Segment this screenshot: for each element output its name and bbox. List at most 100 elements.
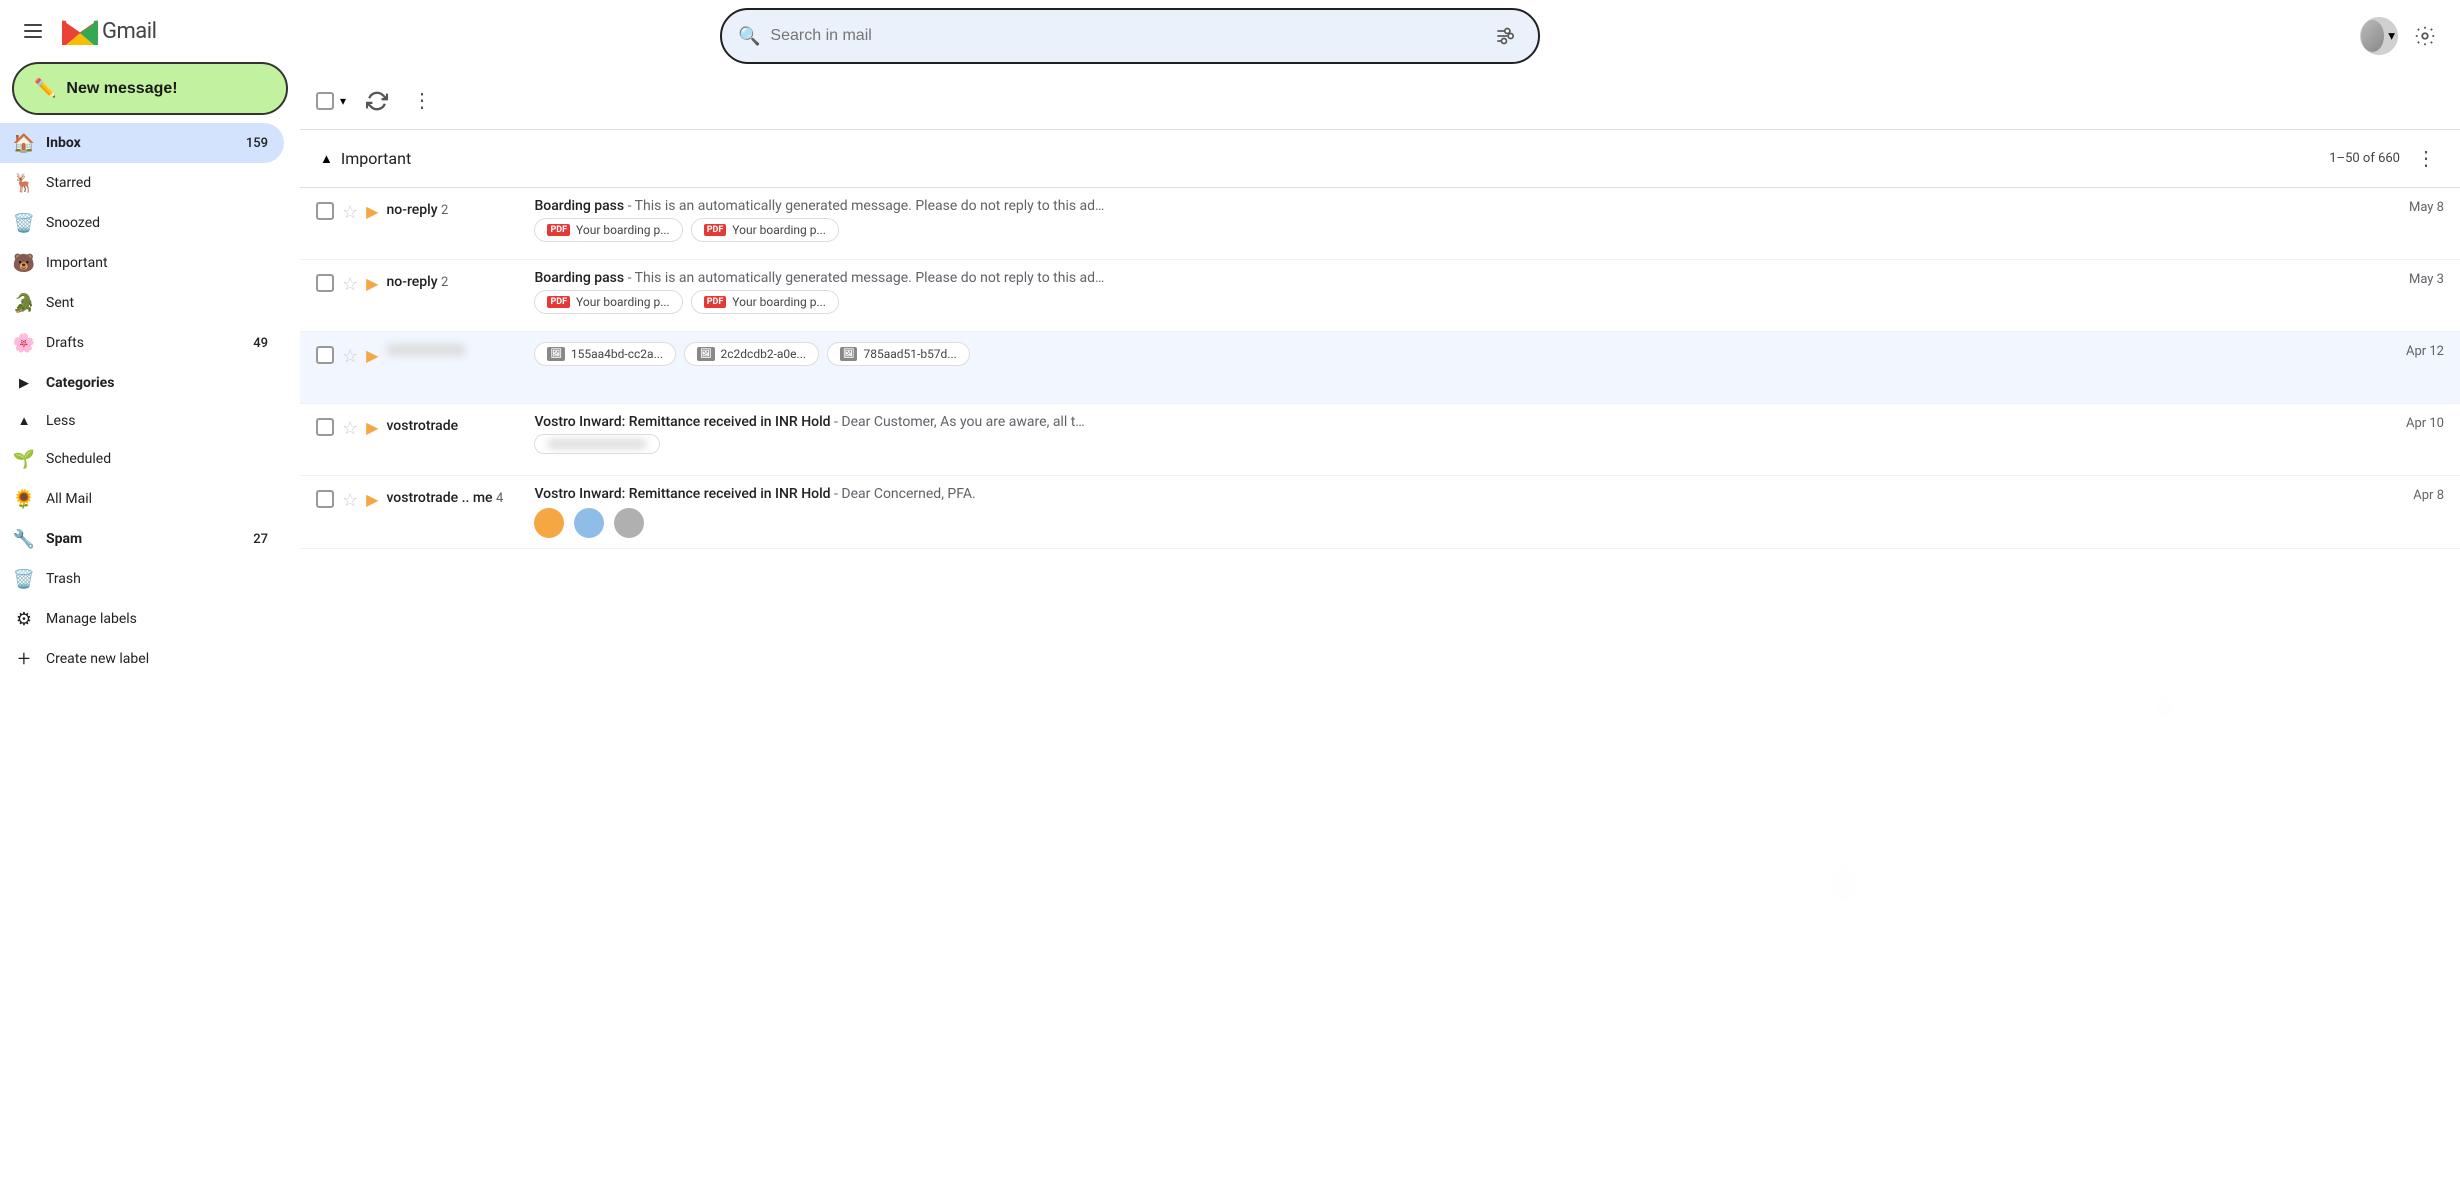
attachment-chip[interactable]: PDF Your boarding p...	[691, 290, 839, 314]
email-1-subject: Boarding pass	[534, 198, 624, 214]
email-2-star[interactable]: ☆	[342, 270, 358, 295]
email-5-subject-line: Vostro Inward: Remittance received in IN…	[534, 486, 2405, 502]
sidebar-item-drafts[interactable]: 🌸 Drafts 49	[0, 323, 284, 363]
snoozed-label: Snoozed	[46, 215, 268, 231]
email-5-sender-wrap: vostrotrade .. me 4	[386, 486, 526, 506]
email-row[interactable]: ☆ ▶ no-reply 2 Boarding pass - This is a…	[300, 188, 2460, 260]
section-more-button[interactable]: ⋮	[2408, 138, 2444, 179]
section-count: 1–50 of 660	[2329, 151, 2400, 166]
star-icon[interactable]: ☆	[342, 274, 358, 295]
email-section-header: ▲ Important 1–50 of 660 ⋮	[300, 130, 2460, 188]
attachment-chip[interactable]: 🖼 155aa4bd-cc2a...	[534, 342, 676, 366]
sidebar-item-snoozed[interactable]: 🗑️ Snoozed	[0, 203, 284, 243]
email-1-star[interactable]: ☆	[342, 198, 358, 223]
scheduled-label: Scheduled	[46, 451, 268, 467]
email-2-sender: no-reply 2	[386, 272, 506, 290]
email-1-sender: no-reply 2	[386, 200, 506, 218]
drafts-badge: 49	[253, 336, 268, 351]
email-3-content: 🖼 155aa4bd-cc2a... 🖼 2c2dcdb2-a0e... 🖼 7…	[534, 342, 2398, 366]
email-4-preview: - Dear Customer, As you are aware, all t…	[834, 414, 1085, 430]
star-icon[interactable]: ☆	[342, 202, 358, 223]
search-filter-button[interactable]	[1486, 18, 1522, 54]
filter-icon	[1494, 26, 1514, 46]
email-1-content: Boarding pass - This is an automatically…	[534, 198, 2401, 242]
less-label: Less	[46, 413, 75, 429]
email-row[interactable]: ☆ ▶ no-reply 2 Boarding pass - This is a…	[300, 260, 2460, 332]
email-4-sender-wrap: vostrotrade	[386, 414, 526, 434]
topbar: 🔍 ▾	[300, 0, 2460, 72]
topbar-right: ▾	[2360, 17, 2444, 55]
star-icon[interactable]: ☆	[342, 346, 358, 367]
email-4-star[interactable]: ☆	[342, 414, 358, 439]
hamburger-menu-button[interactable]	[16, 16, 50, 46]
email-1-checkbox[interactable]	[316, 202, 334, 220]
email-4-sender: vostrotrade	[386, 416, 506, 434]
email-4-checkbox[interactable]	[316, 418, 334, 436]
inbox-icon: 🏠	[12, 131, 36, 155]
star-icon[interactable]: ☆	[342, 490, 358, 511]
account-chevron-button[interactable]: ▾	[2386, 26, 2397, 46]
email-1-attachments: PDF Your boarding p... PDF Your boarding…	[534, 218, 2401, 242]
sidebar-item-spam[interactable]: 🔧 Spam 27	[0, 519, 284, 559]
email-2-check[interactable]	[316, 270, 334, 292]
search-bar[interactable]: 🔍	[720, 8, 1540, 64]
sidebar-item-all-mail[interactable]: 🌻 All Mail	[0, 479, 284, 519]
important-marker-icon: ▶	[366, 490, 378, 509]
sidebar-item-create-label[interactable]: + Create new label	[0, 639, 284, 679]
attachment-chip[interactable]: PDF Your boarding p...	[534, 290, 682, 314]
email-3-check[interactable]	[316, 342, 334, 364]
hamburger-line	[24, 24, 42, 26]
email-5-check[interactable]	[316, 486, 334, 508]
user-avatar[interactable]: ▾	[2360, 17, 2398, 55]
select-chevron-icon: ▾	[340, 94, 346, 108]
new-message-button[interactable]: ✏️ New message!	[12, 62, 288, 115]
sidebar-item-starred[interactable]: 🦌 Starred	[0, 163, 284, 203]
color-dot-gray	[614, 508, 644, 538]
sidebar-item-trash[interactable]: 🗑️ Trash	[0, 559, 284, 599]
search-input[interactable]	[770, 27, 1476, 45]
hamburger-line	[24, 36, 42, 38]
less-arrow-icon: ▲	[12, 409, 36, 433]
email-5-subject: Vostro Inward: Remittance received in IN…	[534, 486, 830, 502]
email-row[interactable]: ☆ ▶ vostrotrade .. me 4 Vostro Inward: R…	[300, 476, 2460, 549]
sidebar-item-scheduled[interactable]: 🌱 Scheduled	[0, 439, 284, 479]
more-options-button[interactable]: ⋮	[404, 80, 440, 121]
email-2-date: May 3	[2409, 270, 2444, 287]
sent-label: Sent	[46, 295, 268, 311]
pdf-icon: PDF	[704, 224, 727, 236]
email-row[interactable]: ☆ ▶ 🖼 155aa4bd-cc2a... 🖼 2c2dcdb2-a0e...	[300, 332, 2460, 404]
refresh-button[interactable]	[358, 82, 396, 120]
select-all-chevron-button[interactable]: ▾	[336, 90, 350, 112]
email-3-checkbox[interactable]	[316, 346, 334, 364]
categories-icon: ▶	[12, 371, 36, 395]
select-all-checkbox[interactable]	[316, 92, 334, 110]
sidebar-item-important[interactable]: 🐻 Important	[0, 243, 284, 283]
create-label-icon: +	[12, 647, 36, 671]
email-4-check[interactable]	[316, 414, 334, 436]
attachment-2-label: Your boarding p...	[732, 223, 826, 237]
section-collapse-button[interactable]: ▲	[316, 147, 337, 170]
sidebar-less-button[interactable]: ▲ Less	[0, 403, 300, 439]
pencil-icon: ✏️	[34, 78, 56, 99]
settings-gear-icon	[2414, 25, 2436, 47]
attachment-chip[interactable]: PDF Your boarding p...	[534, 218, 682, 242]
email-3-star[interactable]: ☆	[342, 342, 358, 367]
sidebar-item-categories[interactable]: ▶ Categories	[0, 363, 284, 403]
sidebar-item-sent[interactable]: 🐊 Sent	[0, 283, 284, 323]
sidebar-item-manage-labels[interactable]: ⚙ Manage labels	[0, 599, 284, 639]
sidebar-item-inbox[interactable]: 🏠 Inbox 159	[0, 123, 284, 163]
email-1-check[interactable]	[316, 198, 334, 220]
email-1-subject-line: Boarding pass - This is an automatically…	[534, 198, 2401, 214]
settings-button[interactable]	[2406, 17, 2444, 55]
blurred-attachment-chip[interactable]	[534, 434, 660, 454]
attachment-chip[interactable]: 🖼 2c2dcdb2-a0e...	[684, 342, 819, 366]
email-5-checkbox[interactable]	[316, 490, 334, 508]
attachment-chip[interactable]: PDF Your boarding p...	[691, 218, 839, 242]
starred-label: Starred	[46, 175, 268, 191]
star-icon[interactable]: ☆	[342, 418, 358, 439]
email-2-checkbox[interactable]	[316, 274, 334, 292]
email-row[interactable]: ☆ ▶ vostrotrade Vostro Inward: Remittanc…	[300, 404, 2460, 476]
attachment-chip[interactable]: 🖼 785aad51-b57d...	[827, 342, 970, 366]
email-3-date: Apr 12	[2406, 342, 2444, 359]
email-5-star[interactable]: ☆	[342, 486, 358, 511]
